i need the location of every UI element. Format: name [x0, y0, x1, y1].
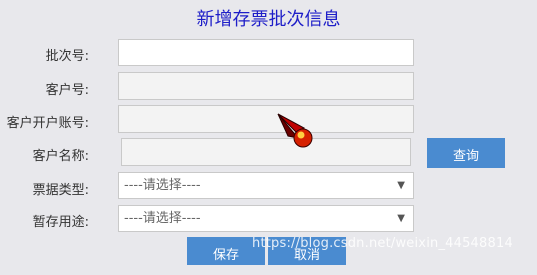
chevron-down-icon: ▼	[397, 180, 405, 191]
bill-type-selected-value: ----请选择----	[124, 178, 201, 193]
temp-use-select[interactable]: ----请选择---- ▼	[118, 205, 414, 232]
bill-type-label: 票据类型:	[32, 183, 89, 198]
chevron-down-icon: ▼	[397, 213, 405, 224]
page-title: 新增存票批次信息	[196, 9, 341, 30]
bill-type-select[interactable]: ----请选择---- ▼	[118, 172, 414, 199]
customer-name-label: 客户名称:	[32, 149, 89, 164]
temp-use-label: 暂存用途:	[32, 215, 89, 230]
mouse-cursor-icon	[277, 113, 313, 148]
customer-account-label: 客户开户账号:	[6, 116, 89, 131]
batch-number-field[interactable]	[118, 39, 414, 66]
customer-name-field[interactable]	[121, 138, 411, 166]
customer-number-field[interactable]	[118, 72, 414, 100]
customer-account-field[interactable]	[118, 105, 414, 133]
batch-number-label: 批次号:	[45, 49, 89, 64]
temp-use-selected-value: ----请选择----	[124, 211, 201, 226]
customer-number-label: 客户号:	[45, 83, 89, 98]
watermark: https://blog.csdn.net/weixin_44548814	[252, 236, 513, 251]
query-button[interactable]: 查询	[427, 138, 505, 168]
